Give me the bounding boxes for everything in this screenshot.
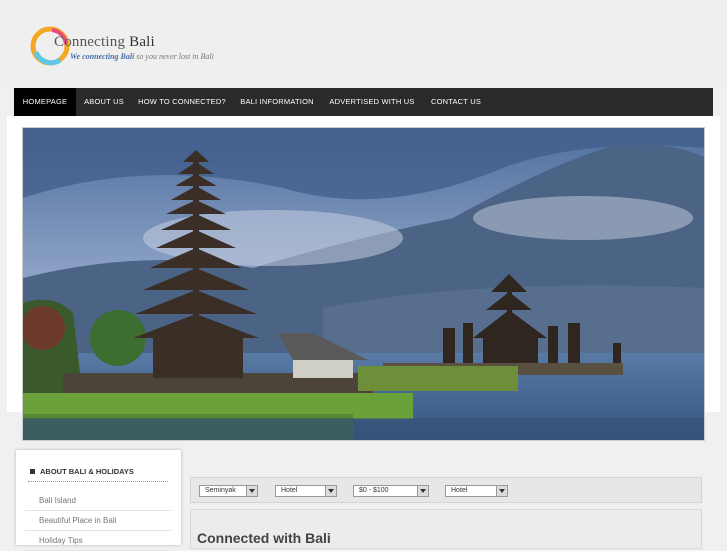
location-select-value: Seminyak — [205, 487, 236, 494]
logo-tagline: We connecting Bali so you never lost in … — [70, 52, 214, 61]
sidebar-link-beautiful-place[interactable]: Beautiful Place in Bali — [25, 511, 171, 531]
sidebar-divider — [28, 481, 168, 482]
tagline-emphasis: We connecting Bali — [70, 52, 135, 61]
category-select-value: Hotel — [451, 487, 468, 494]
chevron-down-icon[interactable] — [246, 486, 257, 496]
nav-how-to-connected[interactable]: HOW TO CONNECTED? — [136, 88, 228, 116]
nav-advertised-with-us[interactable]: ADVERTISED WITH US — [327, 88, 417, 116]
logo-title-light: Connecting — [54, 34, 126, 50]
nav-bali-information[interactable]: BALI INFORMATION — [238, 88, 316, 116]
nav-contact-us[interactable]: CONTACT US — [426, 88, 486, 116]
sidebar-link-bali-island[interactable]: Bali Island — [25, 491, 171, 511]
logo-title: Connecting Bali — [54, 34, 155, 51]
price-select[interactable]: $0 - $100 — [353, 485, 429, 497]
chevron-down-icon[interactable] — [325, 486, 336, 496]
type-select-value: Hotel — [281, 487, 298, 494]
logo-title-bold: Bali — [129, 34, 155, 50]
sidebar-about-bali: ABOUT BALI & HOLIDAYS Bali Island Beauti… — [16, 450, 181, 551]
nav-about-us[interactable]: ABOUT US — [78, 88, 130, 116]
price-select-value: $0 - $100 — [359, 487, 389, 494]
type-select[interactable]: Hotel — [275, 485, 337, 497]
page-title: Connected with Bali — [197, 530, 331, 546]
site-header: Connecting Bali We connecting Bali so yo… — [0, 0, 727, 88]
sidebar-title: ABOUT BALI & HOLIDAYS — [30, 467, 134, 476]
hero-photo — [22, 127, 705, 441]
main-content: Connected with Bali — [190, 509, 702, 549]
chevron-down-icon[interactable] — [496, 486, 507, 496]
bali-temple-lake-image — [23, 128, 704, 440]
square-bullet-icon — [30, 468, 35, 474]
nav-homepage[interactable]: HOMEPAGE — [14, 88, 76, 116]
site-logo[interactable]: Connecting Bali We connecting Bali so yo… — [30, 22, 250, 72]
sidebar-link-holiday-tips[interactable]: Holiday Tips — [25, 531, 171, 551]
sidebar-title-text: ABOUT BALI & HOLIDAYS — [40, 467, 134, 476]
main-navigation: HOMEPAGE ABOUT US HOW TO CONNECTED? BALI… — [14, 88, 713, 116]
chevron-down-icon[interactable] — [417, 486, 428, 496]
location-select[interactable]: Seminyak — [199, 485, 258, 497]
category-select[interactable]: Hotel — [445, 485, 508, 497]
search-filter-bar: Seminyak Hotel $0 - $100 Hotel — [190, 477, 702, 503]
tagline-rest: so you never lost in Bali — [136, 52, 214, 61]
